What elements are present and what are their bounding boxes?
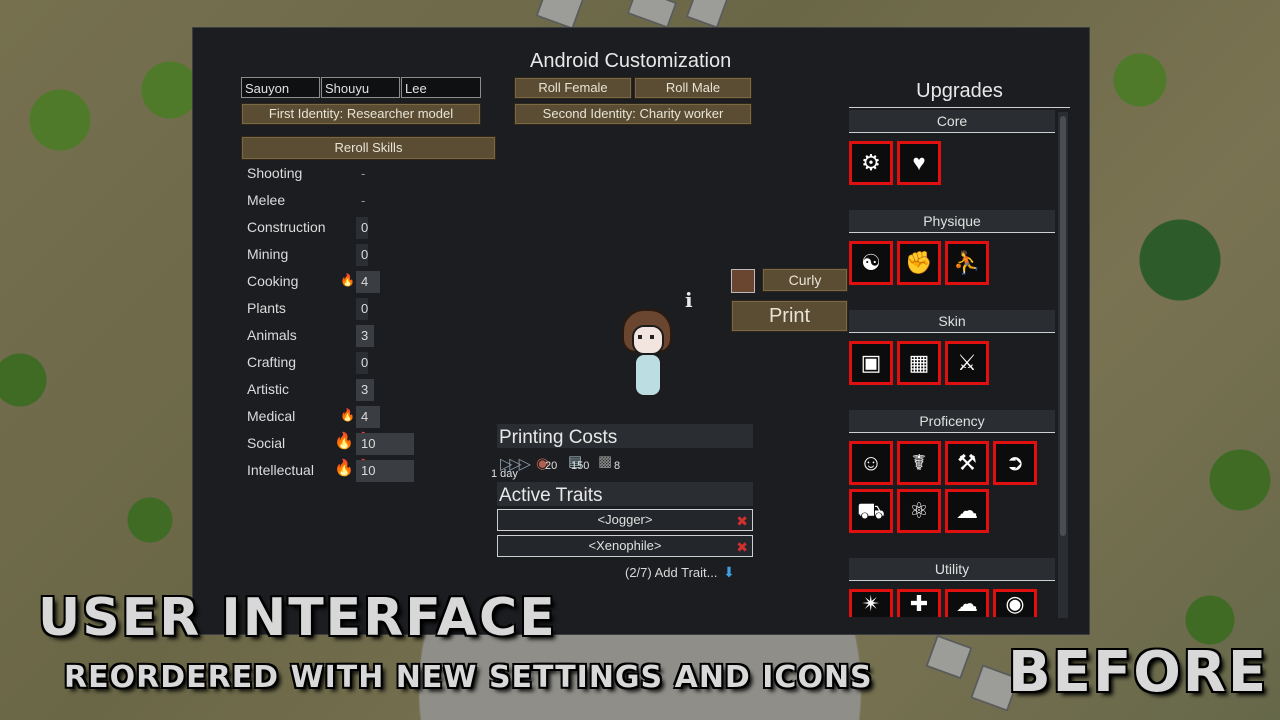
android-portrait <box>618 305 674 397</box>
add-trait-label: (2/7) Add Trait... <box>625 565 718 580</box>
skill-name-animals: Animals <box>247 327 297 343</box>
crane-icon[interactable]: ⚒ <box>945 441 989 485</box>
tractor-icon[interactable]: ⛟ <box>849 489 893 533</box>
skill-level-shooting: - <box>361 166 366 181</box>
meat-cost: 20 <box>545 460 558 472</box>
skill-name-plants: Plants <box>247 300 286 316</box>
skill-level-artistic: 3 <box>356 379 374 401</box>
second-identity-button[interactable]: Second Identity: Charity worker <box>514 103 752 125</box>
skill-name-construction: Construction <box>247 219 326 235</box>
info-icon[interactable]: i <box>685 288 693 312</box>
printing-costs-header: Printing Costs <box>497 424 753 448</box>
trait-item[interactable]: <Jogger> ✖ <box>497 509 753 531</box>
skill-name-medical: Medical <box>247 408 296 424</box>
skill-level-melee: - <box>361 193 366 208</box>
skill-level-plants: 0 <box>356 298 368 320</box>
upgrade-section-utility: Utility <box>849 558 1055 581</box>
plasteel-cost: 150 <box>571 460 590 472</box>
skill-name-cooking: Cooking <box>247 273 299 289</box>
remove-trait-icon[interactable]: ✖ <box>736 537 748 557</box>
upgrade-section-skin: Skin <box>849 310 1055 333</box>
overlay-subtitle: REORDERED WITH NEW SETTINGS AND ICONS <box>64 660 873 695</box>
trait-label: <Jogger> <box>597 512 653 527</box>
skill-name-intellectual: Intellectual <box>247 462 314 478</box>
first-identity-button[interactable]: First Identity: Researcher model <box>241 103 481 125</box>
skill-name-mining: Mining <box>247 246 289 262</box>
atom-icon[interactable]: ⚛ <box>897 489 941 533</box>
skill-level-animals: 3 <box>356 325 374 347</box>
skill-name-social: Social <box>247 435 286 451</box>
hair-color-swatch[interactable] <box>731 269 755 293</box>
stethoscope-icon[interactable]: ☤ <box>897 441 941 485</box>
scrollbar-thumb[interactable] <box>1060 116 1066 536</box>
roll-male-button[interactable]: Roll Male <box>634 77 752 99</box>
upgrades-scrollbar[interactable] <box>1058 112 1068 618</box>
dragon-head-icon[interactable]: ⚔ <box>945 341 989 385</box>
skill-level-medical: 4 <box>356 406 380 428</box>
spiky-explosion-icon[interactable]: ✴ <box>849 589 893 617</box>
handshake-icon[interactable]: ☁ <box>945 489 989 533</box>
first-name-field[interactable]: Sauyon <box>241 77 320 98</box>
upgrade-section-core: Core <box>849 110 1055 133</box>
upgrades-title: Upgrades <box>849 80 1070 108</box>
download-arrow-icon: ⬇ <box>723 564 735 580</box>
print-button[interactable]: Print <box>731 300 848 332</box>
muscle-arm-icon[interactable]: ✊ <box>897 241 941 285</box>
nick-name-field[interactable]: Shouyu <box>321 77 400 98</box>
signal-icon[interactable]: ◉ <box>993 589 1037 617</box>
skill-level-construction: 0 <box>356 217 368 239</box>
active-traits-header: Active Traits <box>497 482 753 506</box>
roll-female-button[interactable]: Roll Female <box>514 77 632 99</box>
reroll-skills-button[interactable]: Reroll Skills <box>241 136 496 160</box>
trait-item[interactable]: <Xenophile> ✖ <box>497 535 753 557</box>
printing-costs-title: Printing Costs <box>499 427 618 448</box>
dialog-title: Android Customization <box>530 50 732 72</box>
cheering-icon[interactable]: ☺ <box>849 441 893 485</box>
armor-vest-icon[interactable]: ▣ <box>849 341 893 385</box>
component-icon: ▩ <box>598 453 613 470</box>
minor-passion-flame-icon: 🔥 <box>340 408 355 422</box>
print-time-label: 1 day <box>491 468 518 480</box>
minor-passion-flame-icon: 🔥 <box>340 273 355 287</box>
hair-style-button[interactable]: Curly <box>762 268 848 292</box>
add-trait-button[interactable]: (2/7) Add Trait... ⬇ <box>625 564 735 581</box>
broken-heart-icon[interactable]: ♥ <box>897 141 941 185</box>
upgrade-section-physique: Physique <box>849 210 1055 233</box>
meditation-icon[interactable]: ☯ <box>849 241 893 285</box>
skill-level-social: 10 <box>356 433 414 455</box>
last-name-field[interactable]: Lee <box>401 77 481 98</box>
active-traits-title: Active Traits <box>499 485 603 506</box>
upgrade-section-proficency: Proficency <box>849 410 1055 433</box>
medkit-icon[interactable]: ✚ <box>897 589 941 617</box>
chest-plate-icon[interactable]: ▦ <box>897 341 941 385</box>
before-badge: BEFORE <box>1008 640 1269 705</box>
remove-trait-icon[interactable]: ✖ <box>736 511 748 531</box>
overlay-title: USER INTERFACE <box>38 588 557 648</box>
cloud-icon[interactable]: ☁ <box>945 589 989 617</box>
skill-level-intellectual: 10 <box>356 460 414 482</box>
conveyor-icon[interactable]: ➲ <box>993 441 1037 485</box>
gymnast-icon[interactable]: ⛹ <box>945 241 989 285</box>
component-cost: 8 <box>614 460 621 472</box>
skill-level-cooking: 4 <box>356 271 380 293</box>
trait-label: <Xenophile> <box>588 538 662 553</box>
skill-level-mining: 0 <box>356 244 368 266</box>
skill-name-artistic: Artistic <box>247 381 289 397</box>
skill-name-shooting: Shooting <box>247 165 303 181</box>
skill-level-crafting: 0 <box>356 352 368 374</box>
skill-name-melee: Melee <box>247 192 286 208</box>
skill-name-crafting: Crafting <box>247 354 297 370</box>
robot-icon[interactable]: ⚙ <box>849 141 893 185</box>
